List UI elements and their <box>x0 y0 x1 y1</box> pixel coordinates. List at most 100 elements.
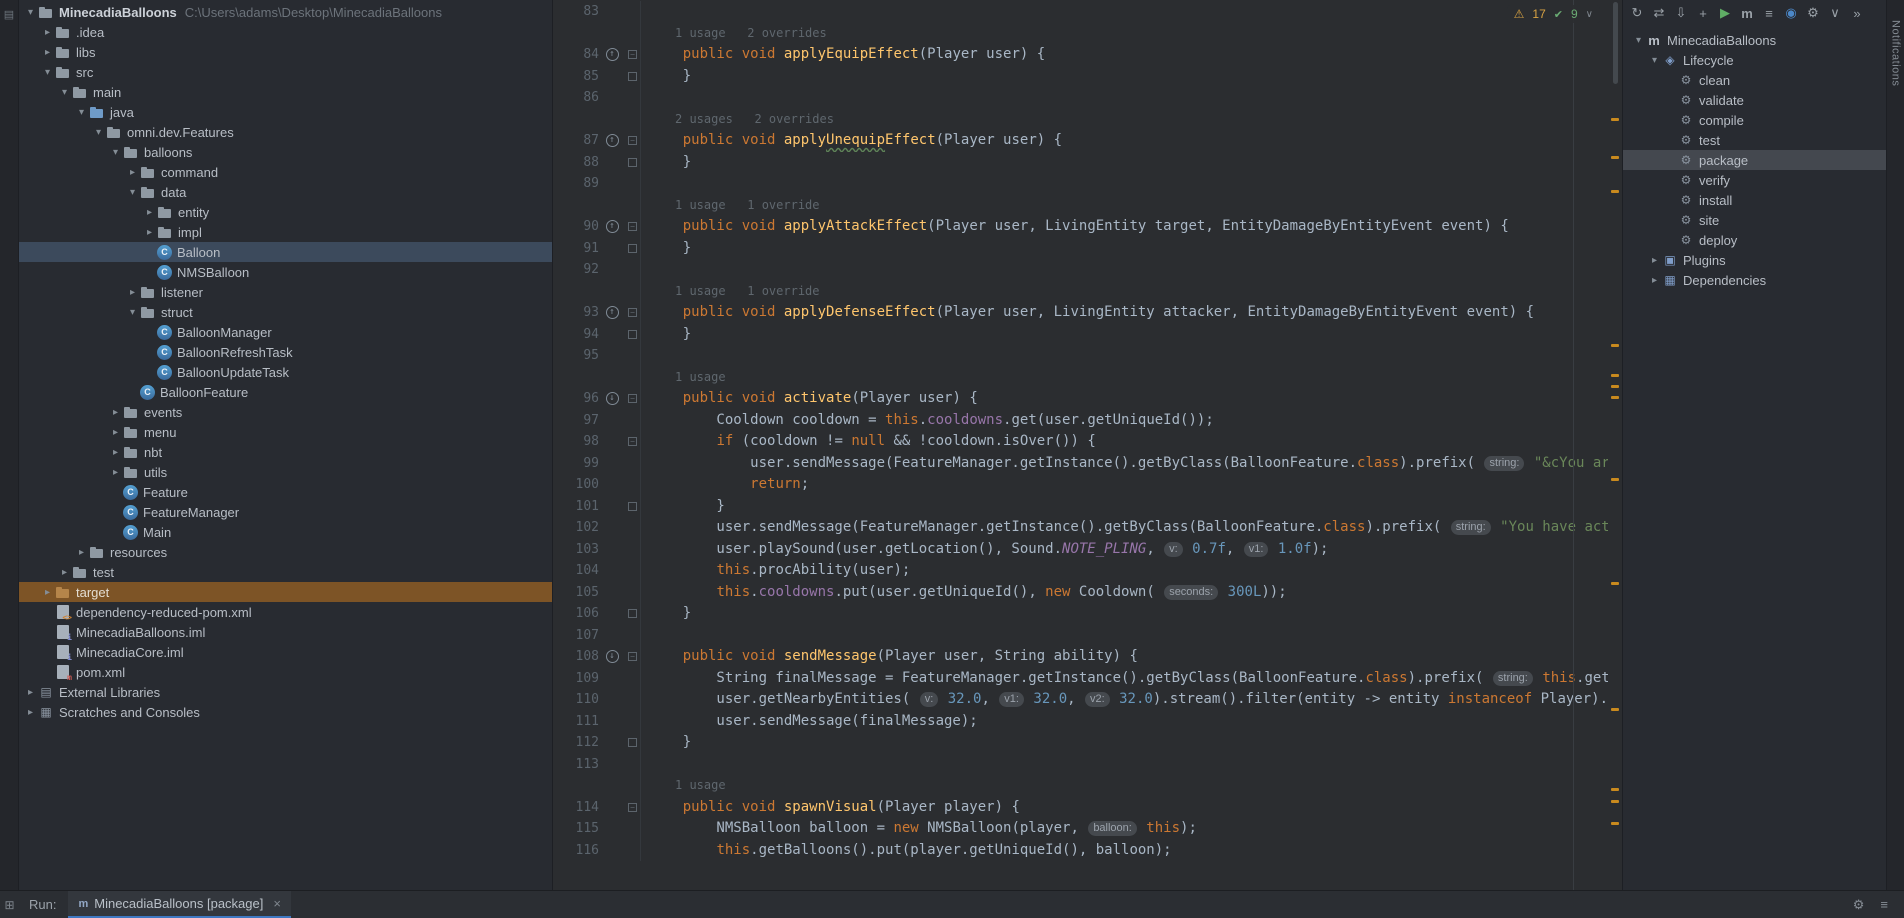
tree-row[interactable]: ▸ ▦ Dependencies <box>1623 270 1886 290</box>
fold-marker-icon[interactable]: − <box>628 50 637 60</box>
fold-marker-icon[interactable] <box>628 71 637 81</box>
execute-maven-goal-icon[interactable]: m <box>1737 3 1757 23</box>
code-line[interactable]: 111 user.sendMessage(finalMessage); <box>553 710 1622 733</box>
line-number[interactable]: 97 <box>553 410 599 432</box>
line-number[interactable]: 111 <box>553 711 599 733</box>
more-options-icon[interactable]: » <box>1847 3 1867 23</box>
maven-tool-window[interactable]: ↻ ⇄ ⇩ + ▶ m ≡ ◉ ⚙ ∨» ▾ m MinecadiaBalloons ▾ ◈ Lifecyc… <box>1622 0 1886 890</box>
tree-row[interactable]: ⚙ compile <box>1623 110 1886 130</box>
override-method-icon[interactable]: ↑ <box>605 48 619 62</box>
override-method-icon[interactable]: ↑ <box>605 306 619 320</box>
line-number[interactable] <box>553 23 599 45</box>
tree-row[interactable]: ⚙ clean <box>1623 70 1886 90</box>
line-number[interactable] <box>553 367 599 389</box>
tree-row[interactable]: ▸ ▣ Plugins <box>1623 250 1886 270</box>
code-line[interactable]: 1 usage 1 override <box>553 194 1622 217</box>
code-line[interactable]: 114 − public void spawnVisual(Player play… <box>553 796 1622 818</box>
chevron-right-icon[interactable]: ▸ <box>125 167 140 178</box>
fold-marker-icon[interactable] <box>628 501 637 511</box>
line-number[interactable]: 106 <box>553 603 599 625</box>
chevron-right-icon[interactable]: ▸ <box>108 407 123 418</box>
tree-row[interactable]: ▸ ▤ External Libraries <box>19 682 552 702</box>
code-line[interactable]: 1 usage 2 overrides <box>553 22 1622 45</box>
line-number[interactable]: 88 <box>553 152 599 174</box>
tree-row[interactable]: ▾ src <box>19 62 552 82</box>
chevron-right-icon[interactable]: ▸ <box>125 287 140 298</box>
code-lens-hint[interactable]: 2 usages 2 overrides <box>649 112 834 126</box>
chevron-right-icon[interactable]: ▸ <box>23 687 38 698</box>
chevron-down-icon[interactable]: ▾ <box>91 127 106 138</box>
chevron-right-icon[interactable]: ▸ <box>40 47 55 58</box>
line-number[interactable]: 98 <box>553 431 599 453</box>
line-number[interactable] <box>553 195 599 217</box>
project-tool-stripe-icon[interactable]: ▤ <box>4 8 14 21</box>
warning-stripe-mark[interactable] <box>1611 190 1619 193</box>
chevron-right-icon[interactable]: ▸ <box>108 467 123 478</box>
code-line[interactable]: 1 usage 1 override <box>553 280 1622 302</box>
fold-marker-icon[interactable]: − <box>628 222 637 232</box>
tree-row[interactable]: i MinecadiaBalloons.iml <box>19 622 552 642</box>
warning-stripe-mark[interactable] <box>1611 374 1619 377</box>
fold-marker-icon[interactable] <box>628 157 637 167</box>
code-line[interactable]: 107 <box>553 624 1622 647</box>
run-tab[interactable]: m MinecadiaBalloons [package] × <box>68 891 291 918</box>
tree-row[interactable]: C BalloonUpdateTask <box>19 362 552 382</box>
tree-row[interactable]: ▾ ◈ Lifecycle <box>1623 50 1886 70</box>
line-number[interactable]: 89 <box>553 173 599 195</box>
chevron-down-icon[interactable]: ▾ <box>108 147 123 158</box>
tree-row[interactable]: ⚙ validate <box>1623 90 1886 110</box>
code-line[interactable]: 110 user.getNearbyEntities( v: 32.0, v1:… <box>553 689 1622 711</box>
reload-maven-projects-icon[interactable]: ↻ <box>1627 3 1647 23</box>
code-line[interactable]: 90 ↑ − public void applyAttackEffect(Playe… <box>553 216 1622 238</box>
code-line[interactable]: 113 <box>553 753 1622 775</box>
overridden-method-icon[interactable]: ↓ <box>605 392 619 406</box>
close-icon[interactable]: × <box>273 896 281 911</box>
warning-stripe-mark[interactable] <box>1611 788 1619 791</box>
line-number[interactable]: 107 <box>553 625 599 647</box>
code-lens-hint[interactable]: 1 usage 1 override <box>649 198 820 212</box>
line-number[interactable]: 116 <box>553 840 599 862</box>
code-lens-hint[interactable]: 1 usage <box>649 778 726 792</box>
tree-row[interactable]: ▾ omni.dev.Features <box>19 122 552 142</box>
chevron-down-icon[interactable]: ▾ <box>40 67 55 78</box>
fold-marker-icon[interactable]: − <box>628 308 637 318</box>
tree-row[interactable]: ⚙ verify <box>1623 170 1886 190</box>
code-line[interactable]: 1 usage <box>553 775 1622 797</box>
line-number[interactable]: 86 <box>553 87 599 109</box>
warning-stripe-mark[interactable] <box>1611 385 1619 388</box>
chevron-down-icon[interactable]: ▾ <box>125 307 140 318</box>
run-build-icon[interactable]: ▶ <box>1715 3 1735 23</box>
line-number[interactable]: 102 <box>553 517 599 539</box>
code-line[interactable]: 108 ↓ − public void sendMessage(Player use… <box>553 646 1622 668</box>
fold-marker-icon[interactable] <box>628 329 637 339</box>
line-number[interactable] <box>553 109 599 131</box>
restore-windows-icon[interactable]: ⊞ <box>0 898 19 912</box>
chevron-down-icon[interactable]: ▾ <box>74 107 89 118</box>
code-line[interactable]: 1 usage <box>553 366 1622 389</box>
line-number[interactable]: 92 <box>553 259 599 281</box>
tree-row[interactable]: m pom.xml <box>19 662 552 682</box>
project-tool-window[interactable]: ▾ MinecadiaBalloons C:\Users\adams\Desktop… <box>19 0 553 890</box>
tree-row[interactable]: ▾ data <box>19 182 552 202</box>
fold-marker-icon[interactable]: − <box>628 136 637 146</box>
warning-stripe-mark[interactable] <box>1611 822 1619 825</box>
chevron-right-icon[interactable]: ▸ <box>74 547 89 558</box>
code-line[interactable]: 112 } <box>553 732 1622 754</box>
fold-marker-icon[interactable] <box>628 243 637 253</box>
line-number[interactable]: 109 <box>553 668 599 690</box>
fold-marker-icon[interactable]: − <box>628 437 637 447</box>
tree-row[interactable]: ⚙ install <box>1623 190 1886 210</box>
fold-marker-icon[interactable]: − <box>628 394 637 404</box>
warning-stripe-mark[interactable] <box>1611 582 1619 585</box>
generate-sources-icon[interactable]: ⇄ <box>1649 3 1669 23</box>
chevron-right-icon[interactable]: ▸ <box>40 587 55 598</box>
override-method-icon[interactable]: ↑ <box>605 220 619 234</box>
offline-mode-icon[interactable]: ◉ <box>1781 3 1801 23</box>
override-method-icon[interactable]: ↑ <box>605 134 619 148</box>
code-line[interactable]: 96 ↓ − public void activate(Player user) { <box>553 388 1622 410</box>
code-lens-hint[interactable]: 1 usage 2 overrides <box>649 26 827 40</box>
line-number[interactable]: 95 <box>553 345 599 367</box>
warning-stripe-mark[interactable] <box>1611 118 1619 121</box>
notifications-tool-button[interactable]: Notifications <box>1890 20 1902 86</box>
tree-row[interactable]: i MinecadiaCore.iml <box>19 642 552 662</box>
